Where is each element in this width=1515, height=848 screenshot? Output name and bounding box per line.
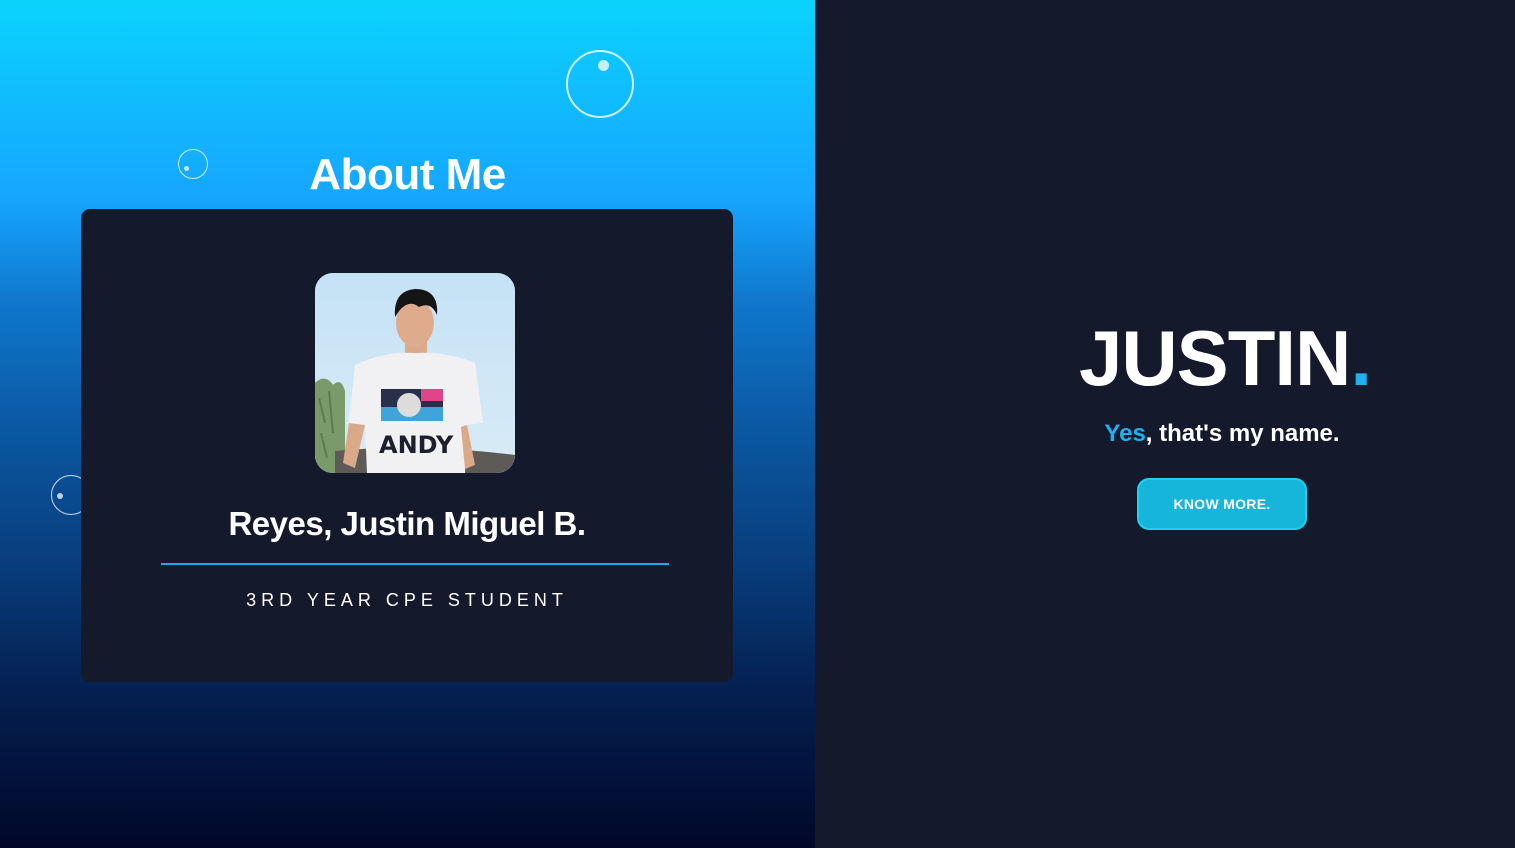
profile-photo-icon: ANDY xyxy=(315,273,515,473)
hero-name: JUSTIN. xyxy=(1065,313,1385,404)
tagline-accent: Yes xyxy=(1104,420,1146,447)
svg-text:ANDY: ANDY xyxy=(379,431,454,459)
hero-name-dot: . xyxy=(1350,314,1372,402)
know-more-button[interactable]: KNOW MORE. xyxy=(1137,478,1307,530)
bubble-highlight xyxy=(57,493,63,499)
tagline-text: , that's my name. xyxy=(1145,420,1340,447)
about-title: About Me xyxy=(309,150,506,199)
about-section: About Me ANDY Reyes, Justin Miguel B. 3R… xyxy=(0,0,815,848)
profile-name: Reyes, Justin Miguel B. xyxy=(228,505,586,542)
hero-name-text: JUSTIN xyxy=(1078,314,1351,402)
bubble-highlight xyxy=(598,60,609,71)
divider xyxy=(161,563,669,565)
bubble-decoration xyxy=(566,50,634,118)
profile-role: 3RD YEAR CPE STUDENT xyxy=(246,590,568,610)
avatar: ANDY xyxy=(315,273,515,473)
page: About Me ANDY Reyes, Justin Miguel B. 3R… xyxy=(0,0,1515,848)
profile-card: ANDY Reyes, Justin Miguel B. 3RD YEAR CP… xyxy=(81,209,733,682)
hero-tagline: Yes, that's my name. xyxy=(1022,420,1422,448)
